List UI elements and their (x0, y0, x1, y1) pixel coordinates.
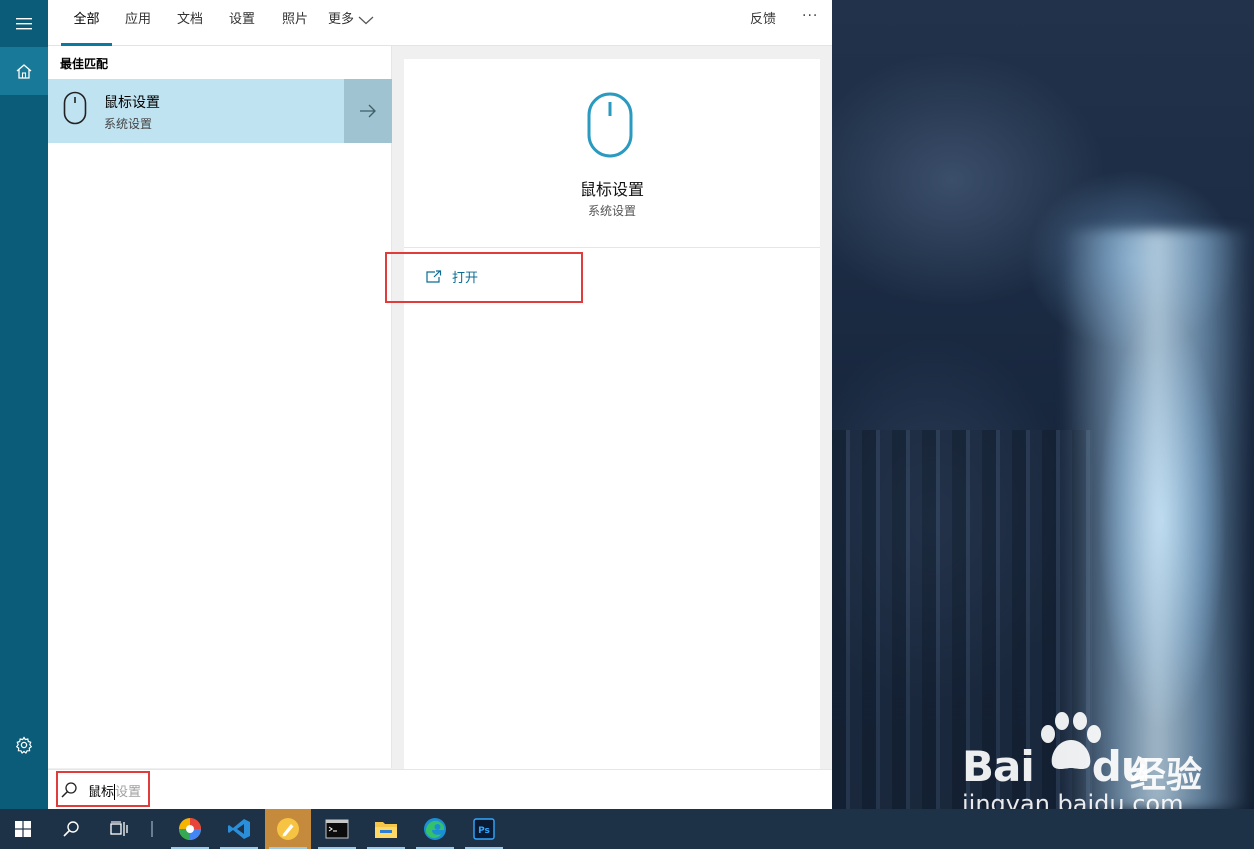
tab-documents[interactable]: 文档 (168, 0, 212, 46)
detail-divider (404, 247, 820, 248)
tab-apps[interactable]: 应用 (116, 0, 160, 46)
detail-pane: 鼠标设置 系统设置 打开 (404, 59, 820, 769)
menu-button[interactable] (0, 0, 48, 48)
notes-app-icon (277, 818, 299, 840)
tab-all[interactable]: 全部 (61, 0, 112, 46)
feedback-button[interactable]: 反馈 (750, 0, 776, 40)
settings-button[interactable] (0, 721, 48, 769)
detail-subtitle: 系统设置 (587, 204, 636, 218)
search-bar[interactable]: 鼠标设置 (48, 769, 832, 809)
best-match-subtitle: 系统设置 (104, 117, 153, 131)
chevron-down-icon (358, 16, 374, 24)
arrow-right-icon (360, 104, 376, 118)
search-panel: 全部 应用 文档 设置 照片 更多 反馈 ··· 最佳匹配 鼠标设置 系统设置 (48, 0, 832, 809)
best-match-expand-button[interactable] (344, 79, 392, 143)
tab-more-label: 更多 (328, 12, 355, 27)
task-view-icon (110, 821, 128, 836)
gear-icon (15, 736, 33, 754)
hamburger-icon (16, 18, 32, 30)
left-rail (0, 0, 48, 809)
taskbar-app-color-picker[interactable] (167, 809, 213, 849)
more-options-button[interactable]: ··· (802, 8, 818, 24)
taskbar-app-photoshop[interactable]: Ps (461, 809, 507, 849)
taskbar-app-terminal[interactable] (314, 809, 360, 849)
taskbar-app-file-explorer[interactable] (363, 809, 409, 849)
desktop-wallpaper (832, 0, 1254, 809)
taskbar-app-edge[interactable] (412, 809, 458, 849)
best-match-heading: 最佳匹配 (60, 57, 109, 71)
search-icon (63, 821, 79, 837)
taskbar: Ps (0, 809, 1254, 849)
home-icon (16, 63, 32, 79)
results-list: 最佳匹配 鼠标设置 系统设置 (48, 46, 392, 768)
taskbar-app-notes[interactable] (265, 809, 311, 849)
tab-photos[interactable]: 照片 (273, 0, 317, 46)
filter-tabs: 全部 应用 文档 设置 照片 更多 反馈 ··· (48, 0, 832, 46)
photoshop-icon: Ps (473, 818, 495, 840)
start-button[interactable] (0, 809, 46, 849)
home-button[interactable] (0, 47, 48, 95)
taskbar-separator (151, 821, 153, 837)
baidu-jingyan-watermark: Bai du 经验 jingyan.baidu.com (962, 712, 1242, 822)
edge-icon (424, 818, 446, 840)
highlight-box-open (385, 252, 583, 303)
color-picker-app-icon (179, 818, 201, 840)
file-explorer-icon (375, 822, 397, 838)
detail-title: 鼠标设置 (579, 180, 644, 199)
mouse-icon (63, 91, 87, 125)
watermark-brand: Bai du (962, 742, 1151, 791)
start-icon (15, 821, 31, 837)
highlight-box-search (56, 771, 150, 807)
best-match-title: 鼠标设置 (104, 95, 160, 111)
taskbar-search-button[interactable] (48, 809, 94, 849)
taskbar-app-vscode[interactable] (216, 809, 262, 849)
tab-more[interactable]: 更多 (328, 0, 388, 46)
tab-settings[interactable]: 设置 (220, 0, 264, 46)
svg-text:Ps: Ps (478, 826, 490, 836)
best-match-item[interactable]: 鼠标设置 系统设置 (48, 79, 344, 143)
task-view-button[interactable] (96, 809, 142, 849)
terminal-icon (325, 819, 349, 839)
mouse-icon (587, 92, 633, 158)
vscode-icon (228, 819, 250, 839)
